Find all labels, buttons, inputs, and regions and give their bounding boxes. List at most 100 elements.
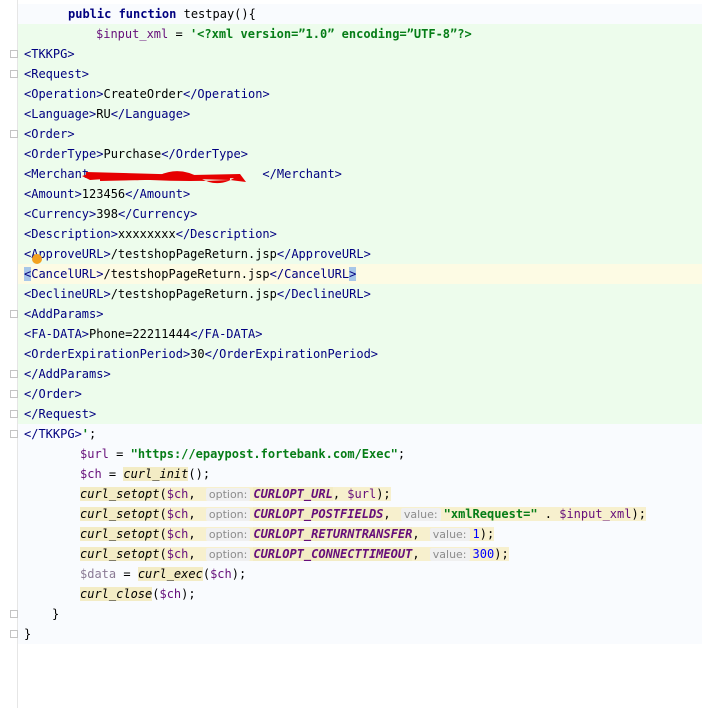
code-text: curl_setopt($ch, option: CURLOPT_URL, $ur…	[80, 484, 391, 505]
code-line[interactable]: <ApproveURL>/testshopPageReturn.jsp</App…	[18, 244, 702, 264]
code-text: <AddParams>	[24, 304, 103, 324]
code-text: <FA-DATA>Phone=22211444</FA-DATA>	[24, 324, 262, 344]
fold-marker-icon[interactable]	[10, 310, 18, 318]
code-token: $ch	[166, 547, 189, 561]
code-line[interactable]: <Description>xxxxxxxx</Description>	[18, 224, 702, 244]
code-token: RU	[96, 107, 111, 121]
code-token: /testshopPageReturn.jsp	[110, 287, 277, 301]
code-token: $ch	[80, 467, 102, 481]
code-token: =	[101, 467, 124, 481]
fold-marker-icon[interactable]	[10, 610, 18, 618]
code-token: </OrderType>	[161, 147, 248, 161]
warning-bulb-icon[interactable]	[32, 254, 42, 264]
code-token: <OrderType>	[24, 147, 104, 161]
code-token: ,	[412, 547, 427, 561]
code-token: 398	[96, 207, 118, 221]
code-line[interactable]: curl_setopt($ch, option: CURLOPT_RETURNTR…	[18, 524, 702, 544]
code-token: curl_setopt	[80, 507, 160, 521]
code-text: <TKKPG>	[24, 44, 75, 64]
fold-marker-icon[interactable]	[10, 70, 18, 78]
code-token: </AddParams>	[24, 367, 111, 381]
fold-marker-icon[interactable]	[10, 370, 18, 378]
code-token: ,	[188, 487, 203, 501]
code-line[interactable]: <OrderType>Purchase</OrderType>	[18, 144, 702, 164]
code-token: =	[116, 567, 138, 581]
code-token: );	[376, 487, 391, 501]
code-token: <Currency>	[24, 207, 97, 221]
code-token: (	[159, 527, 167, 541]
code-token: curl_exec	[137, 567, 203, 581]
code-line[interactable]: <Order>	[18, 124, 702, 144]
fold-marker-icon[interactable]	[10, 630, 18, 638]
code-token: <Description>	[24, 227, 118, 241]
code-token: </OrderExpirationPeriod>	[204, 347, 379, 361]
code-text: <DeclineURL>/testshopPageReturn.jsp</Dec…	[24, 284, 371, 304]
code-token: CancelURL>	[31, 267, 104, 281]
code-line[interactable]: <TKKPG>	[18, 44, 702, 64]
code-token: </Currency>	[117, 207, 198, 221]
code-line[interactable]: <DeclineURL>/testshopPageReturn.jsp</Dec…	[18, 284, 702, 304]
code-token: }	[52, 607, 60, 621]
code-token: '<?xml version=”1.0” encoding=”UTF-8”?>	[189, 27, 472, 41]
code-text: $url = "https://epaypost.fortebank.com/E…	[80, 444, 405, 464]
parameter-hint: option:	[205, 528, 251, 541]
code-token: curl_close	[80, 587, 153, 601]
code-line[interactable]: </TKKPG>';	[18, 424, 702, 444]
code-token: function	[118, 7, 184, 21]
code-text: $ch = curl_init();	[80, 464, 210, 484]
code-line[interactable]: <FA-DATA>Phone=22211444</FA-DATA>	[18, 324, 702, 344]
code-line[interactable]: <Currency>398</Currency>	[18, 204, 702, 224]
code-text: </TKKPG>';	[24, 424, 96, 444]
code-text: <Amount>123456</Amount>	[24, 184, 190, 204]
code-text: </Request>	[24, 404, 96, 424]
code-line[interactable]: $ch = curl_init();	[18, 464, 702, 484]
code-line[interactable]: curl_setopt($ch, option: CURLOPT_POSTFIEL…	[18, 504, 702, 524]
fold-marker-icon[interactable]	[10, 130, 18, 138]
code-token: <Amount>	[24, 187, 82, 201]
code-text: <Currency>398</Currency>	[24, 204, 197, 224]
code-line[interactable]: curl_setopt($ch, option: CURLOPT_CONNECTT…	[18, 544, 702, 564]
code-line[interactable]: </Request>	[18, 404, 702, 424]
code-line[interactable]: curl_setopt($ch, option: CURLOPT_URL, $ur…	[18, 484, 702, 504]
code-text: $data = curl_exec($ch);	[80, 564, 246, 584]
code-token: ,	[188, 507, 203, 521]
code-line[interactable]: }	[18, 604, 702, 624]
fold-marker-icon[interactable]	[10, 430, 18, 438]
code-line[interactable]: <Amount>123456</Amount>	[18, 184, 702, 204]
code-line[interactable]: <Operation>CreateOrder</Operation>	[18, 84, 702, 104]
code-token: ,	[188, 547, 203, 561]
code-token: (	[159, 507, 167, 521]
code-token: Phone=22211444	[89, 327, 191, 341]
fold-marker-icon[interactable]	[10, 390, 18, 398]
code-text: <Description>xxxxxxxx</Description>	[24, 224, 277, 244]
code-token: </FA-DATA>	[190, 327, 263, 341]
code-line[interactable]: </Order>	[18, 384, 702, 404]
code-token: /testshopPageReturn.jsp	[110, 247, 277, 261]
code-line[interactable]: $url = "https://epaypost.fortebank.com/E…	[18, 444, 702, 464]
code-line[interactable]: }	[18, 624, 702, 644]
code-token: </CancelURL	[269, 267, 350, 281]
code-token: );	[181, 587, 196, 601]
code-line[interactable]: <Request>	[18, 64, 702, 84]
code-token: testpay(){	[183, 7, 256, 21]
code-token: </DeclineURL>	[276, 287, 371, 301]
code-line[interactable]: public function testpay(){	[18, 4, 702, 24]
code-line[interactable]: </AddParams>	[18, 364, 702, 384]
code-line[interactable]: $data = curl_exec($ch);	[18, 564, 702, 584]
code-line[interactable]: <Language>RU</Language>	[18, 104, 702, 124]
code-line[interactable]: <AddParams>	[18, 304, 702, 324]
code-token: "https://epaypost.fortebank.com/Exec"	[130, 447, 398, 461]
code-line[interactable]: curl_close($ch);	[18, 584, 702, 604]
code-token: </Description>	[175, 227, 277, 241]
code-token: );	[479, 527, 495, 541]
fold-marker-icon[interactable]	[10, 50, 18, 58]
code-token: <Language>	[24, 107, 97, 121]
code-line[interactable]: <OrderExpirationPeriod>30</OrderExpirati…	[18, 344, 702, 364]
code-text: <OrderExpirationPeriod>30</OrderExpirati…	[24, 344, 378, 364]
code-token: $ch	[166, 527, 189, 541]
code-line[interactable]: <CancelURL>/testshopPageReturn.jsp</Canc…	[18, 264, 702, 284]
code-token: </Order>	[24, 387, 82, 401]
code-token: CURLOPT_CONNECTTIMEOUT	[253, 547, 413, 561]
fold-marker-icon[interactable]	[10, 410, 18, 418]
code-line[interactable]: $input_xml = '<?xml version=”1.0” encodi…	[18, 24, 702, 44]
